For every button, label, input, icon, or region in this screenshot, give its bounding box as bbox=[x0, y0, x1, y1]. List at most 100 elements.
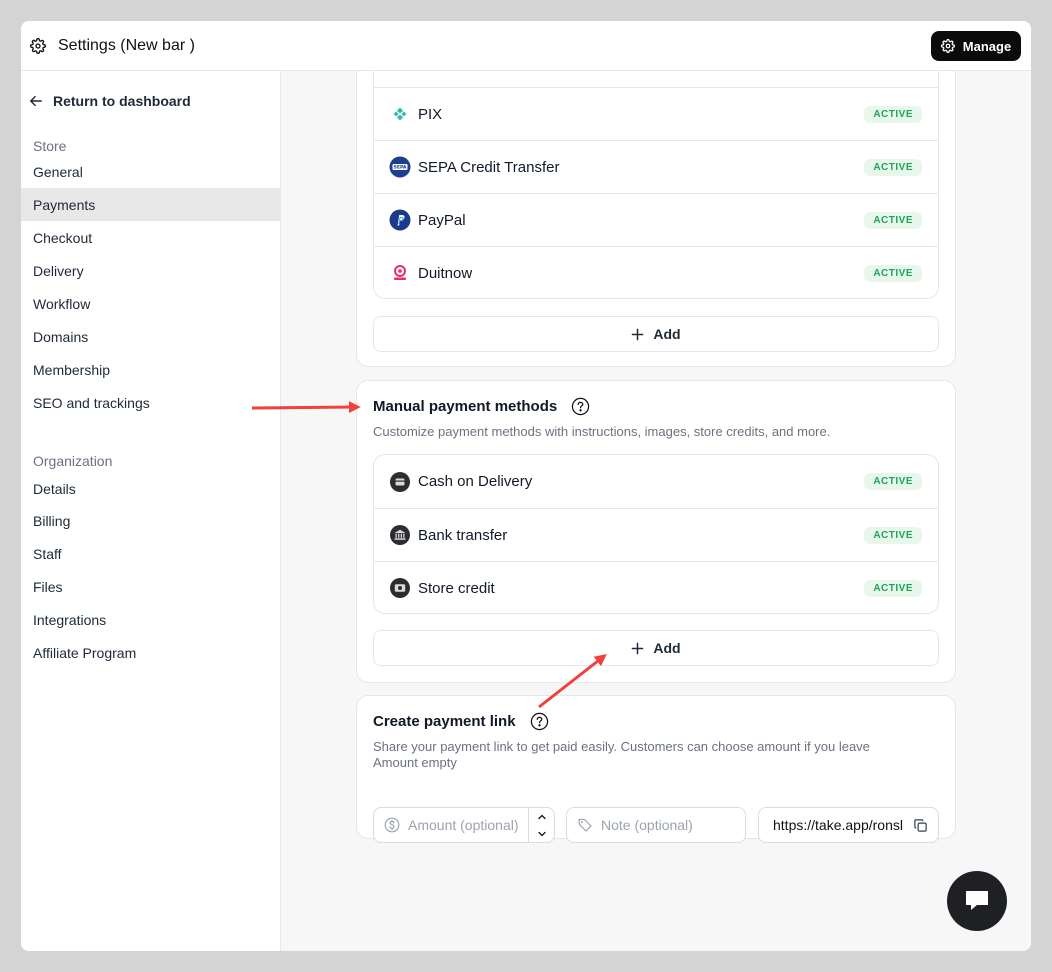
increment-button[interactable] bbox=[529, 808, 554, 825]
chat-button[interactable] bbox=[947, 871, 1007, 931]
organization-group-label: Organization bbox=[33, 453, 113, 469]
sidebar-item-checkout[interactable]: Checkout bbox=[21, 221, 280, 254]
sidebar-item-membership[interactable]: Membership bbox=[21, 353, 280, 386]
payment-method-name: Store credit bbox=[418, 579, 495, 597]
sidebar-item-label: Integrations bbox=[33, 611, 107, 628]
payment-method-row-sepa[interactable]: SEPA SEPA Credit Transfer ACTIVE bbox=[374, 140, 938, 193]
plus-icon bbox=[632, 642, 644, 654]
payment-method-name: PIX bbox=[418, 105, 443, 123]
svg-text:SEPA: SEPA bbox=[394, 165, 407, 171]
note-field[interactable] bbox=[566, 807, 746, 843]
return-to-dashboard-link[interactable]: Return to dashboard bbox=[29, 93, 191, 109]
payment-method-row-cash-on-delivery[interactable]: Cash on Delivery ACTIVE bbox=[374, 455, 938, 508]
manual-payment-methods-card: Manual payment methods Customize payment… bbox=[356, 380, 956, 683]
sidebar-item-label: General bbox=[33, 163, 83, 180]
payment-method-row-bank-transfer[interactable]: Bank transfer ACTIVE bbox=[374, 508, 938, 561]
add-label: Add bbox=[653, 640, 681, 656]
manage-label: Manage bbox=[962, 38, 1012, 54]
dollar-icon bbox=[384, 817, 400, 833]
payment-method-name: Duitnow bbox=[418, 264, 473, 282]
amount-stepper bbox=[528, 808, 554, 842]
sidebar-item-billing[interactable]: Billing bbox=[21, 504, 280, 537]
add-manual-payment-method-button[interactable]: Add bbox=[373, 630, 939, 666]
help-icon[interactable] bbox=[571, 397, 590, 416]
payment-method-row-paypal[interactable]: PayPal ACTIVE bbox=[374, 193, 938, 246]
sidebar-item-label: Details bbox=[33, 480, 76, 497]
cash-icon bbox=[390, 471, 410, 492]
return-label: Return to dashboard bbox=[53, 93, 191, 109]
gear-icon bbox=[30, 38, 46, 54]
sidebar-item-integrations[interactable]: Integrations bbox=[21, 603, 280, 636]
payment-method-name: PayPal bbox=[418, 211, 466, 229]
sepa-icon: SEPA bbox=[389, 156, 411, 178]
sidebar-item-label: Payments bbox=[33, 196, 96, 213]
online-payment-methods-list: PIX ACTIVE SEPA SEPA Credit Transfer ACT… bbox=[373, 71, 939, 299]
sidebar-item-label: SEO and trackings bbox=[33, 394, 150, 411]
sidebar-item-affiliate-program[interactable]: Affiliate Program bbox=[21, 636, 280, 669]
online-payment-methods-card: PIX ACTIVE SEPA SEPA Credit Transfer ACT… bbox=[356, 71, 956, 367]
sidebar-item-label: Checkout bbox=[33, 229, 93, 246]
add-label: Add bbox=[653, 326, 681, 342]
chat-icon bbox=[966, 891, 988, 910]
store-credit-icon bbox=[390, 578, 410, 598]
sidebar-item-label: Workflow bbox=[33, 295, 91, 312]
add-online-payment-method-button[interactable]: Add bbox=[373, 316, 939, 352]
payment-method-name: Bank transfer bbox=[418, 526, 508, 544]
plus-icon bbox=[632, 328, 644, 340]
status-badge: ACTIVE bbox=[864, 211, 922, 229]
duitnow-icon bbox=[394, 265, 406, 280]
description-line: Amount empty bbox=[373, 755, 457, 770]
paypal-icon bbox=[389, 209, 411, 231]
sidebar-item-delivery[interactable]: Delivery bbox=[21, 254, 280, 287]
description-line: Share your payment link to get paid easi… bbox=[373, 739, 870, 754]
section-title: Manual payment methods bbox=[373, 398, 558, 415]
chevron-up-icon bbox=[537, 814, 546, 819]
sidebar-item-files[interactable]: Files bbox=[21, 570, 280, 603]
payment-link-input[interactable] bbox=[773, 817, 907, 833]
note-input[interactable] bbox=[601, 817, 741, 833]
payment-method-row-pix[interactable]: PIX ACTIVE bbox=[374, 87, 938, 140]
payment-method-name: Cash on Delivery bbox=[418, 473, 533, 490]
payment-method-row-duitnow[interactable]: Duitnow ACTIVE bbox=[374, 246, 938, 298]
sidebar-item-general[interactable]: General bbox=[21, 155, 280, 188]
status-badge: ACTIVE bbox=[864, 526, 922, 544]
tag-icon bbox=[578, 818, 592, 832]
status-badge: ACTIVE bbox=[864, 158, 922, 176]
help-icon[interactable] bbox=[530, 712, 549, 731]
pix-icon bbox=[393, 107, 407, 121]
sidebar-item-label: Domains bbox=[33, 328, 89, 345]
section-description: Share your payment link to get paid easi… bbox=[373, 739, 870, 771]
sidebar-item-domains[interactable]: Domains bbox=[21, 320, 280, 353]
sidebar-item-payments[interactable]: Payments bbox=[21, 188, 280, 221]
manage-button[interactable]: Manage bbox=[931, 31, 1021, 61]
sidebar-item-label: Membership bbox=[33, 361, 111, 378]
status-badge: ACTIVE bbox=[864, 105, 922, 123]
manual-payment-methods-heading: Manual payment methods bbox=[373, 397, 590, 416]
amount-field[interactable] bbox=[373, 807, 555, 843]
top-bar: Settings (New bar ) Manage bbox=[21, 21, 1031, 71]
sidebar-item-label: Billing bbox=[33, 512, 71, 529]
amount-input[interactable] bbox=[408, 817, 528, 833]
payment-method-row-store-credit[interactable]: Store credit ACTIVE bbox=[374, 561, 938, 613]
sidebar-item-staff[interactable]: Staff bbox=[21, 537, 280, 570]
sidebar-item-details[interactable]: Details bbox=[21, 472, 280, 505]
section-description: Customize payment methods with instructi… bbox=[373, 424, 831, 439]
create-payment-link-heading: Create payment link bbox=[373, 712, 549, 731]
settings-window: Settings (New bar ) Manage Return to das… bbox=[21, 21, 1031, 951]
arrow-left-icon bbox=[30, 95, 42, 107]
manual-payment-methods-list: Cash on Delivery ACTIVE Bank transfer AC… bbox=[373, 454, 939, 614]
status-badge: ACTIVE bbox=[864, 579, 922, 597]
sidebar-item-workflow[interactable]: Workflow bbox=[21, 287, 280, 320]
status-badge: ACTIVE bbox=[864, 473, 922, 490]
payment-link-field bbox=[758, 807, 939, 843]
store-group-label: Store bbox=[33, 138, 67, 154]
decrement-button[interactable] bbox=[529, 825, 554, 842]
copy-icon[interactable] bbox=[913, 818, 928, 833]
status-badge: ACTIVE bbox=[864, 264, 922, 282]
sidebar-item-seo[interactable]: SEO and trackings bbox=[21, 386, 280, 419]
sidebar-item-label: Staff bbox=[33, 545, 62, 562]
page-title: Settings (New bar ) bbox=[58, 37, 195, 54]
bank-icon bbox=[390, 525, 410, 545]
section-title: Create payment link bbox=[373, 713, 516, 730]
sidebar-item-label: Files bbox=[33, 578, 63, 595]
